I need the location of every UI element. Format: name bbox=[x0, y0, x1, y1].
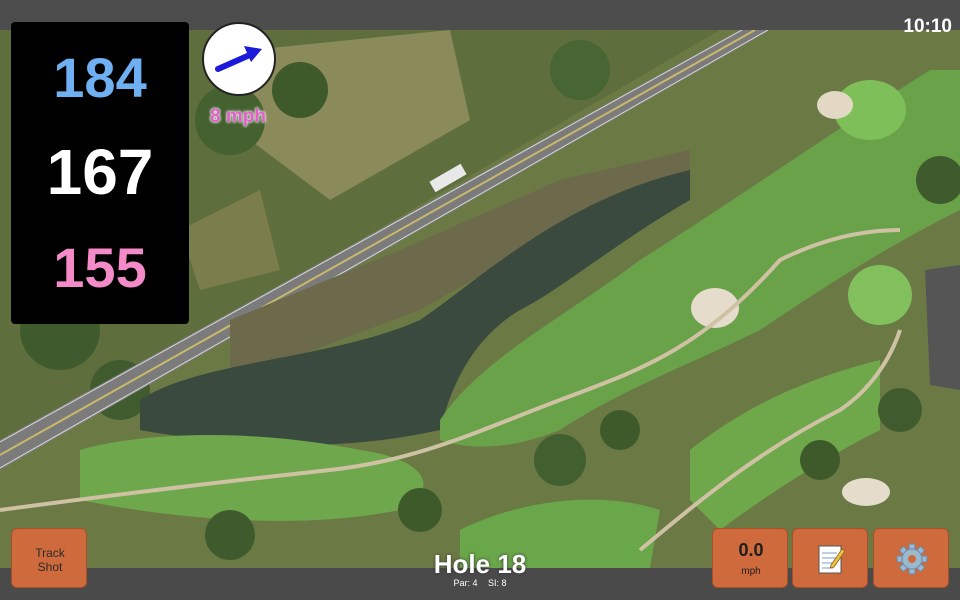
track-shot-button[interactable]: Track Shot bbox=[11, 528, 87, 588]
notepad-icon bbox=[818, 545, 845, 574]
hole-par: Par: 4 bbox=[453, 578, 478, 588]
clock: 10:10 bbox=[903, 16, 952, 37]
gear-icon bbox=[896, 543, 928, 575]
hole-info: Par: 4 SI: 8 bbox=[400, 578, 560, 588]
wind-indicator bbox=[202, 22, 276, 96]
distance-front: 155 bbox=[53, 236, 147, 299]
track-shot-label-line2: Shot bbox=[37, 560, 63, 574]
settings-button[interactable] bbox=[873, 528, 949, 588]
hole-title: Hole 18 bbox=[433, 549, 527, 579]
wind-speed-label: 8 mph bbox=[210, 106, 266, 127]
distance-panel: 184 167 155 bbox=[11, 22, 189, 324]
notes-button[interactable] bbox=[792, 528, 868, 588]
distance-middle: 167 bbox=[46, 136, 154, 208]
distance-back: 184 bbox=[53, 46, 147, 109]
speed-button[interactable]: 0.0 mph bbox=[712, 528, 788, 588]
hole-stroke-index: SI: 8 bbox=[488, 578, 507, 588]
speed-value: 0.0 bbox=[738, 540, 764, 560]
arrow-right-icon bbox=[215, 46, 262, 72]
speed-unit: mph bbox=[741, 566, 761, 577]
track-shot-label-line1: Track bbox=[35, 546, 65, 560]
